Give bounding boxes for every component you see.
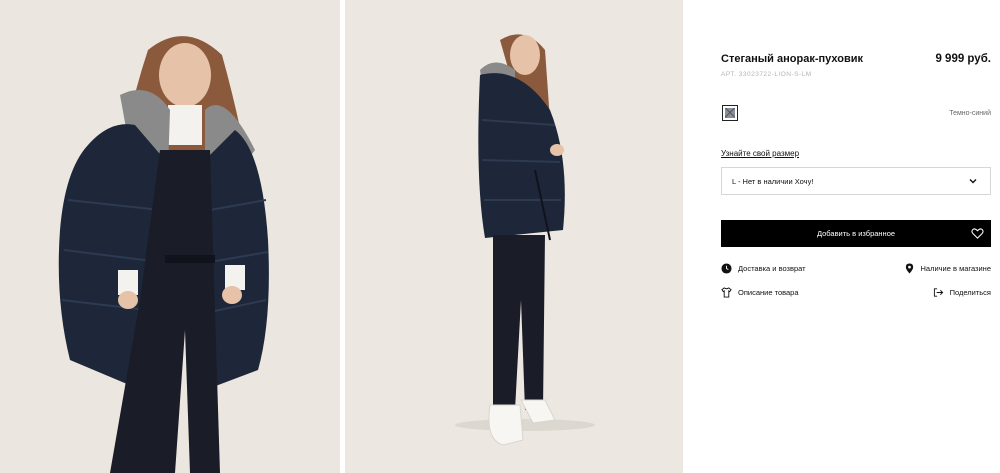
map-pin-icon (905, 263, 913, 274)
product-price: 9 999 руб. (935, 53, 991, 65)
chevron-down-icon (969, 179, 977, 184)
model-front-illustration (0, 0, 340, 473)
shirt-icon (721, 287, 732, 298)
size-select[interactable]: L - Нет в наличии Хочу! (721, 167, 991, 195)
product-title: Стеганый анорак-пуховик (721, 53, 863, 65)
share-link[interactable]: Поделиться (933, 287, 991, 298)
model-side-illustration (345, 0, 683, 473)
size-guide-link[interactable]: Узнайте свой размер (721, 149, 799, 158)
info-row-delivery: Доставка и возврат Наличие в магазине (721, 263, 991, 274)
delivery-link[interactable]: Доставка и возврат (721, 263, 806, 274)
title-row: Стеганый анорак-пуховик 9 999 руб. (721, 53, 991, 65)
add-to-favorites-label: Добавить в избранное (816, 229, 896, 238)
heart-icon (971, 228, 984, 239)
description-label: Описание товара (738, 288, 799, 297)
share-icon (933, 288, 943, 297)
product-sku: АРТ. 33023722-LION-S-LM (721, 71, 812, 78)
store-availability-link[interactable]: Наличие в магазине (904, 263, 992, 274)
delivery-label: Доставка и возврат (738, 264, 806, 273)
color-swatch[interactable] (722, 105, 738, 121)
description-link[interactable]: Описание товара (721, 287, 799, 298)
info-row-description: Описание товара Поделиться (721, 287, 991, 298)
product-photo-side[interactable] (345, 0, 683, 473)
color-name: Темно-синий (949, 110, 991, 117)
product-info-panel: Стеганый анорак-пуховик 9 999 руб. АРТ. … (721, 0, 991, 473)
swatch-icon (725, 108, 735, 118)
add-to-favorites-button[interactable]: Добавить в избранное (721, 220, 991, 247)
size-select-value: L - Нет в наличии Хочу! (732, 176, 814, 186)
share-label: Поделиться (949, 288, 991, 297)
clock-icon (721, 263, 732, 274)
store-availability-label: Наличие в магазине (920, 264, 992, 273)
product-photo-front[interactable] (0, 0, 340, 473)
